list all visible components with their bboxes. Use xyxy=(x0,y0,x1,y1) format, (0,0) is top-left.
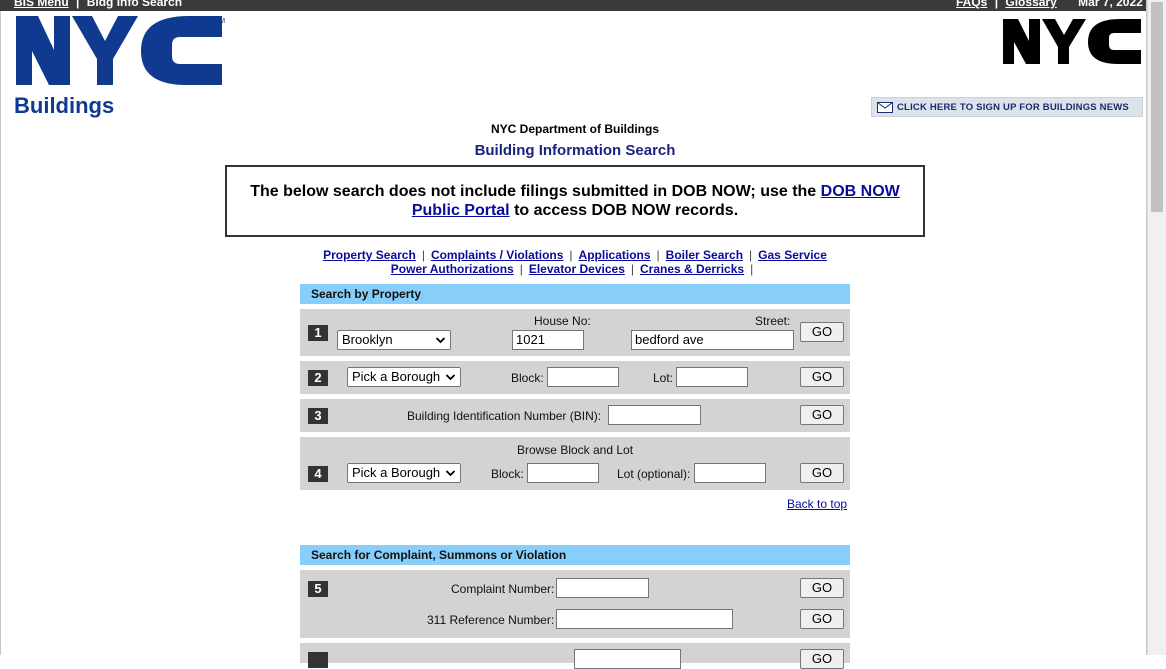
complaint-number-input[interactable] xyxy=(556,578,649,598)
property-row-browse: Browse Block and Lot 4 Pick a Borough Bl… xyxy=(300,437,850,490)
borough-select-1[interactable]: Brooklyn xyxy=(337,330,451,350)
buildings-news-signup-button[interactable]: CLICK HERE TO SIGN UP FOR BUILDINGS NEWS xyxy=(871,97,1143,117)
next-row-input[interactable] xyxy=(574,649,681,669)
browse-block-input[interactable] xyxy=(527,463,599,483)
go-button-4[interactable]: GO xyxy=(800,463,844,483)
browse-block-label: Block: xyxy=(491,467,524,481)
borough-select-2-value: Pick a Borough xyxy=(352,369,441,384)
house-number-input[interactable]: 1021 xyxy=(512,330,584,350)
department-name: NYC Department of Buildings xyxy=(490,122,659,136)
nav-boiler-search[interactable]: Boiler Search xyxy=(666,248,743,262)
page-left-border xyxy=(0,11,1,655)
property-row-bin: 3 Building Identification Number (BIN): … xyxy=(300,399,850,432)
bin-input[interactable] xyxy=(608,405,701,425)
bin-label: Building Identification Number (BIN): xyxy=(407,409,602,423)
block-input[interactable] xyxy=(547,367,619,387)
page-title: Building Information Search xyxy=(474,142,676,159)
row-number-4: 4 xyxy=(308,466,328,482)
property-section-header: Search by Property xyxy=(300,284,850,304)
faqs-link[interactable]: FAQs xyxy=(956,0,987,9)
nav-separator: | xyxy=(656,248,660,262)
row-number-3: 3 xyxy=(308,408,328,424)
nav-power-authorizations[interactable]: Power Authorizations xyxy=(391,262,514,276)
dob-now-notice: The below search does not include filing… xyxy=(225,165,925,237)
nav-elevator-devices[interactable]: Elevator Devices xyxy=(529,262,625,276)
topbar-separator: | xyxy=(76,0,80,9)
go-button-6[interactable]: GO xyxy=(800,649,844,669)
nyc-buildings-logo[interactable]: TM Buildings xyxy=(14,15,226,124)
nav-gas-service[interactable]: Gas Service xyxy=(758,248,827,262)
nav-separator: | xyxy=(749,248,753,262)
complaint-section-header: Search for Complaint, Summons or Violati… xyxy=(300,545,850,565)
go-button-2[interactable]: GO xyxy=(800,367,844,387)
bis-menu-link[interactable]: BIS Menu xyxy=(14,0,69,9)
borough-select-1-value: Brooklyn xyxy=(342,332,393,347)
notice-text-before: The below search does not include filing… xyxy=(250,183,817,200)
nav-separator: | xyxy=(750,262,754,276)
property-row-address: 1 Brooklyn House No: 1021 Street: bedfor… xyxy=(300,309,850,356)
complaint-row: 5 Complaint Number: GO 311 Reference Num… xyxy=(300,570,850,638)
vertical-scrollbar[interactable] xyxy=(1147,0,1166,655)
scrollbar-thumb[interactable] xyxy=(1151,2,1163,212)
topbar-date: Mar 7, 2022 xyxy=(1078,0,1143,9)
row-number-2: 2 xyxy=(308,370,328,386)
back-to-top-link[interactable]: Back to top xyxy=(787,497,847,511)
notice-text-after: to access DOB NOW records. xyxy=(514,202,739,219)
complaint-row-next: GO xyxy=(300,643,850,669)
property-row-block-lot: 2 Pick a Borough Block: Lot: GO xyxy=(300,361,850,394)
nyc-logo-right[interactable] xyxy=(1002,18,1142,71)
street-input[interactable]: bedford ave xyxy=(631,330,794,350)
glossary-link[interactable]: Glossary xyxy=(1005,0,1056,9)
svg-text:TM: TM xyxy=(215,18,225,25)
row-number-6 xyxy=(308,652,328,668)
borough-select-4-value: Pick a Borough xyxy=(352,465,441,480)
nav-separator: | xyxy=(421,248,425,262)
complaint-number-label: Complaint Number: xyxy=(451,582,555,596)
house-number-label: House No: xyxy=(534,314,591,328)
browse-lot-label: Lot (optional): xyxy=(617,467,691,481)
nav-cranes-derricks[interactable]: Cranes & Derricks xyxy=(640,262,744,276)
go-button-1[interactable]: GO xyxy=(800,322,844,342)
row-number-1: 1 xyxy=(308,325,328,341)
search-nav-row-1: Property Search | Complaints / Violations |… xyxy=(0,248,1150,262)
nav-separator: | xyxy=(569,248,573,262)
news-signup-label: CLICK HERE TO SIGN UP FOR BUILDINGS NEWS xyxy=(897,102,1129,113)
row-number-5: 5 xyxy=(308,581,328,597)
reference-number-input[interactable] xyxy=(556,609,733,629)
lot-label: Lot: xyxy=(653,371,674,385)
nyc-black-logo-graphic xyxy=(1003,19,1141,64)
breadcrumb: Bldg Info Search xyxy=(86,0,183,9)
browse-block-lot-title: Browse Block and Lot xyxy=(516,443,634,457)
go-button-5a[interactable]: GO xyxy=(800,578,844,598)
browse-lot-input[interactable] xyxy=(694,463,766,483)
chevron-down-icon xyxy=(445,374,456,381)
envelope-icon xyxy=(877,102,893,113)
nav-property-search[interactable]: Property Search xyxy=(323,248,416,262)
lot-input[interactable] xyxy=(676,367,748,387)
chevron-down-icon xyxy=(445,470,456,477)
chevron-down-icon xyxy=(435,337,446,344)
reference-number-label: 311 Reference Number: xyxy=(427,613,555,627)
borough-select-2[interactable]: Pick a Borough xyxy=(347,367,461,387)
nyc-logo-graphic: TM Buildings xyxy=(14,16,225,118)
top-bar: BIS Menu | Bldg Info Search FAQs | Gloss… xyxy=(0,0,1147,11)
nav-complaints-violations[interactable]: Complaints / Violations xyxy=(431,248,563,262)
block-label: Block: xyxy=(511,371,544,385)
go-button-3[interactable]: GO xyxy=(800,405,844,425)
nav-separator: | xyxy=(519,262,523,276)
nav-applications[interactable]: Applications xyxy=(579,248,651,262)
nav-separator: | xyxy=(630,262,635,276)
search-nav-row-2: Power Authorizations | Elevator Devices | Cr… xyxy=(0,262,1150,276)
buildings-wordmark: Buildings xyxy=(14,93,114,118)
street-label: Street: xyxy=(755,314,791,328)
borough-select-4[interactable]: Pick a Borough xyxy=(347,463,461,483)
topbar-separator-2: | xyxy=(994,0,999,9)
go-button-5b[interactable]: GO xyxy=(800,609,844,629)
